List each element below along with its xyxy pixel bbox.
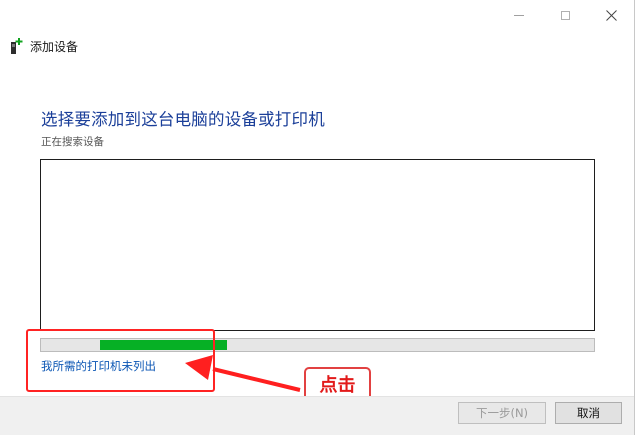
close-icon xyxy=(605,9,617,21)
next-button[interactable]: 下一步(N) xyxy=(458,402,546,424)
add-device-window: 添加设备 选择要添加到这台电脑的设备或打印机 正在搜索设备 我所需的打印机未列出… xyxy=(0,0,635,435)
maximize-icon xyxy=(560,10,570,20)
window-title: 添加设备 xyxy=(30,40,79,54)
cancel-button[interactable]: 取消 xyxy=(555,402,622,424)
close-button[interactable] xyxy=(588,0,634,30)
page-heading: 选择要添加到这台电脑的设备或打印机 xyxy=(41,110,325,129)
device-list[interactable] xyxy=(40,159,595,331)
minimize-button[interactable] xyxy=(496,0,542,30)
annotation-highlight-box xyxy=(26,329,215,392)
minimize-icon xyxy=(514,14,524,16)
maximize-button[interactable] xyxy=(542,0,588,30)
add-device-icon xyxy=(11,38,23,54)
search-status-text: 正在搜索设备 xyxy=(41,136,104,148)
window-left-edge xyxy=(0,0,2,435)
